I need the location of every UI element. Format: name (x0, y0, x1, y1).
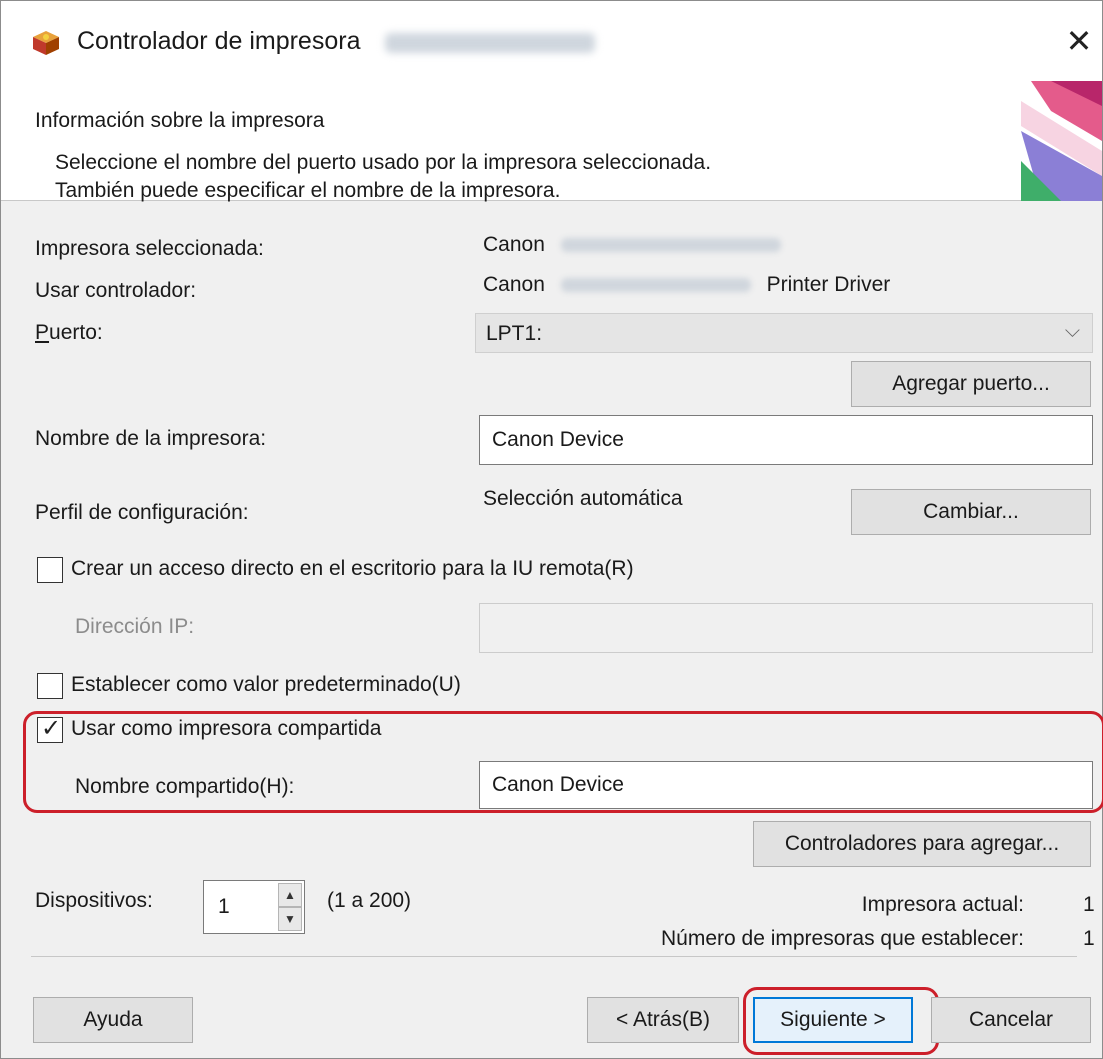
help-button[interactable]: Ayuda (33, 997, 193, 1043)
add-port-button[interactable]: Agregar puerto... (851, 361, 1091, 407)
shared-printer-checkbox[interactable]: ✓ (37, 715, 63, 743)
port-label: Puerto: (35, 321, 103, 344)
driver-suffix: Printer Driver (766, 273, 891, 296)
printers-to-set-value: 1 (1083, 927, 1095, 950)
wizard-header: Información sobre la impresora Seleccion… (1, 81, 1102, 202)
close-icon[interactable]: ✕ (1061, 23, 1097, 59)
driver-value: Canon Printer Driver (483, 273, 890, 297)
chevron-down-icon: ⌵ (1064, 320, 1080, 342)
set-default-checkbox[interactable] (37, 673, 63, 699)
header-desc-line1: Seleccione el nombre del puerto usado po… (55, 151, 712, 174)
back-button[interactable]: < Atrás(B) (587, 997, 739, 1043)
spin-down-icon[interactable]: ▼ (278, 907, 302, 931)
port-selected-value: LPT1: (486, 322, 543, 345)
header-description: Seleccione el nombre del puerto usado po… (55, 149, 711, 205)
add-drivers-button[interactable]: Controladores para agregar... (753, 821, 1091, 867)
set-default-checkbox-label[interactable]: Establecer como valor predeterminado(U) (71, 673, 461, 697)
devices-label: Dispositivos: (35, 889, 153, 912)
header-decoration-graphic (1021, 81, 1102, 201)
config-profile-label: Perfil de configuración: (35, 501, 249, 524)
driver-label: Usar controlador: (35, 279, 197, 302)
share-name-label: Nombre compartido(H): (75, 775, 295, 798)
port-select[interactable]: LPT1: ⌵ (475, 313, 1093, 353)
printer-name-input[interactable]: Canon Device (479, 415, 1093, 465)
printers-to-set-label: Número de impresoras que establecer: (660, 927, 1024, 950)
ip-address-label: Dirección IP: (75, 615, 195, 638)
window-title: Controlador de impresora (77, 27, 361, 55)
current-printer-label: Impresora actual: (861, 893, 1024, 916)
port-label-rest: uerto: (49, 321, 103, 344)
ip-address-input[interactable] (479, 603, 1093, 653)
header-title: Información sobre la impresora (35, 109, 325, 132)
share-name-input[interactable]: Canon Device (479, 761, 1093, 809)
blurred-model-name (385, 33, 595, 53)
devices-range: (1 a 200) (327, 889, 412, 912)
devices-value: 1 (218, 895, 230, 918)
shared-printer-checkbox-label[interactable]: Usar como impresora compartida (71, 717, 381, 741)
selected-printer-label: Impresora seleccionada: (35, 237, 264, 260)
selected-printer-brand: Canon (483, 233, 545, 256)
printer-driver-app-icon (33, 31, 59, 55)
driver-brand: Canon (483, 273, 545, 296)
title-bar: Controlador de impresora ✕ (1, 1, 1102, 81)
blurred-printer-model (560, 238, 781, 253)
devices-spinner[interactable]: 1 ▲ ▼ (203, 880, 305, 934)
spin-up-icon[interactable]: ▲ (278, 883, 302, 907)
cancel-button[interactable]: Cancelar (931, 997, 1091, 1043)
current-printer-value: 1 (1083, 893, 1095, 916)
next-button[interactable]: Siguiente > (753, 997, 913, 1043)
header-desc-line2: También puede especificar el nombre de l… (55, 179, 561, 202)
config-profile-value: Selección automática (483, 487, 683, 510)
printer-name-label: Nombre de la impresora: (35, 427, 267, 450)
selected-printer-value: Canon (483, 233, 781, 257)
shortcut-checkbox[interactable] (37, 557, 63, 583)
footer-divider (31, 956, 1077, 957)
checkmark-icon: ✓ (41, 715, 62, 742)
printer-driver-dialog: Controlador de impresora ✕ Información s… (0, 0, 1103, 1059)
blurred-driver-model (560, 278, 751, 293)
shortcut-checkbox-label[interactable]: Crear un acceso directo en el escritorio… (71, 557, 634, 581)
change-profile-button[interactable]: Cambiar... (851, 489, 1091, 535)
